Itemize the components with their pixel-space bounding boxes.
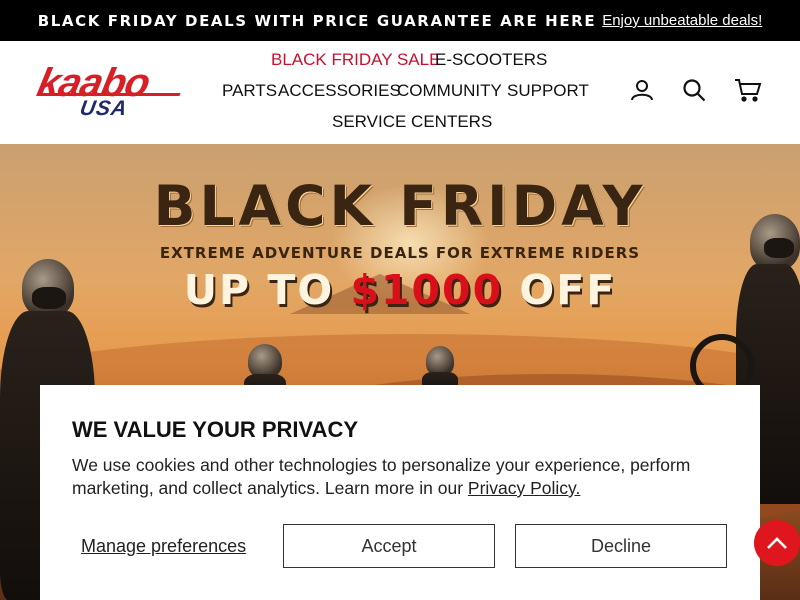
- site-logo[interactable]: kaabo USA: [33, 61, 183, 123]
- decline-button[interactable]: Decline: [515, 524, 727, 568]
- search-icon[interactable]: [682, 78, 706, 102]
- nav-community[interactable]: COMMUNITY: [397, 81, 502, 101]
- hero-subtitle: EXTREME ADVENTURE DEALS FOR EXTREME RIDE…: [159, 244, 641, 262]
- header-icons: [630, 78, 762, 102]
- main-nav: BLACK FRIDAY SALE E-SCOOTERS PARTS ACCES…: [200, 41, 600, 144]
- user-icon[interactable]: [630, 78, 654, 102]
- manage-preferences-link[interactable]: Manage preferences: [81, 536, 246, 557]
- hero-title: BLACK FRIDAY: [153, 174, 647, 238]
- offer-prefix: UP TO: [183, 266, 351, 314]
- accept-button[interactable]: Accept: [283, 524, 495, 568]
- site-header: kaabo USA BLACK FRIDAY SALE E-SCOOTERS P…: [0, 41, 800, 144]
- nav-service-centers[interactable]: SERVICE CENTERS: [332, 112, 492, 132]
- hero-offer: UP TO $1000 OFF: [0, 266, 800, 314]
- nav-parts[interactable]: PARTS: [222, 81, 277, 101]
- announcement-bar: BLACK FRIDAY DEALS WITH PRICE GUARANTEE …: [0, 0, 800, 41]
- privacy-text: We use cookies and other technologies to…: [72, 454, 732, 500]
- privacy-body: We use cookies and other technologies to…: [72, 455, 691, 498]
- nav-accessories[interactable]: ACCESSORIES: [278, 81, 401, 101]
- cart-icon[interactable]: [734, 78, 762, 102]
- nav-black-friday-sale[interactable]: BLACK FRIDAY SALE: [271, 50, 440, 70]
- offer-suffix: OFF: [503, 266, 617, 314]
- nav-support[interactable]: SUPPORT: [507, 81, 589, 101]
- logo-region: USA: [78, 97, 130, 120]
- announcement-message: BLACK FRIDAY DEALS WITH PRICE GUARANTEE …: [37, 11, 597, 30]
- announcement-link[interactable]: Enjoy unbeatable deals!: [602, 12, 762, 29]
- nav-e-scooters[interactable]: E-SCOOTERS: [435, 50, 547, 70]
- scroll-to-top-button[interactable]: [754, 520, 800, 566]
- privacy-heading: WE VALUE YOUR PRIVACY: [72, 417, 359, 442]
- logo-swoosh: [39, 93, 181, 96]
- privacy-banner: WE VALUE YOUR PRIVACY We use cookies and…: [40, 385, 760, 600]
- privacy-policy-link[interactable]: Privacy Policy.: [468, 478, 580, 498]
- chevron-up-icon: [767, 537, 787, 549]
- offer-amount: $1000: [350, 266, 504, 314]
